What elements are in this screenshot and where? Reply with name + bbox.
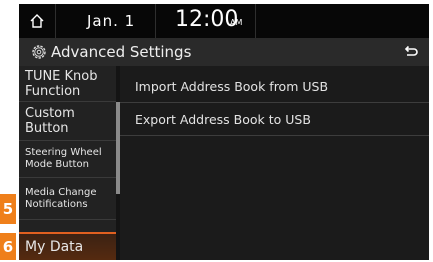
sidebar-item-label: TUNE Knob Function [25,68,98,99]
callout-marker-6: 6 [0,233,16,260]
am-pm-indicator: AM [230,18,243,27]
annotated-screenshot: 5 6 Jan. 1 12:00 AM Advanced Settings TU… [0,0,433,262]
sidebar-item-media-change-notifications[interactable]: Media Change Notifications [19,178,116,220]
clock-display: 12:00 [175,7,239,32]
date-display: Jan. 1 [87,12,136,30]
back-arrow-icon [404,45,418,56]
sidebar-item-my-data[interactable]: My Data [19,232,116,260]
main-list: Import Address Book from USB Export Addr… [120,66,429,260]
infotainment-display: Jan. 1 12:00 AM Advanced Settings TUNE K… [19,4,429,260]
page-title: Advanced Settings [51,43,192,61]
settings-sidebar: TUNE Knob Function Custom Button Steerin… [19,66,116,260]
sidebar-item-tune-knob-function[interactable]: TUNE Knob Function [19,66,116,102]
sidebar-item-label: My Data [25,238,84,255]
home-icon [30,14,44,28]
home-button[interactable] [19,4,55,38]
gear-icon [32,45,46,59]
sidebar-item-steering-wheel-mode-button[interactable]: Steering Wheel Mode Button [19,141,116,178]
divider [155,4,156,38]
divider [255,4,256,38]
list-item-export-address-book[interactable]: Export Address Book to USB [120,103,429,136]
list-item-label: Import Address Book from USB [135,78,329,94]
callout-marker-5: 5 [0,194,16,224]
back-button[interactable] [393,38,429,66]
sidebar-item-label: Media Change Notifications [25,186,97,210]
sidebar-item-custom-button[interactable]: Custom Button [19,102,116,141]
list-item-label: Export Address Book to USB [135,111,311,127]
status-bar: Jan. 1 12:00 AM [19,4,429,38]
title-bar: Advanced Settings [19,38,429,66]
list-item-import-address-book[interactable]: Import Address Book from USB [120,70,429,103]
sidebar-item-label: Steering Wheel Mode Button [25,147,102,170]
sidebar-item-label: Custom Button [25,106,75,136]
divider [55,4,56,38]
